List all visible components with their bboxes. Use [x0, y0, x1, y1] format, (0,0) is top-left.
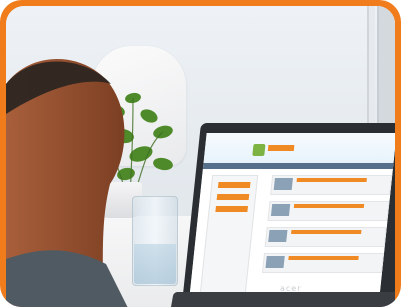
listing-card: [270, 175, 393, 195]
website-header: [203, 133, 395, 163]
sidebar-highlight: [215, 206, 248, 212]
listing-card: [264, 227, 387, 247]
person-head: [6, 59, 128, 307]
listing-title-bar: [293, 204, 365, 208]
listing-thumbnail: [270, 204, 291, 216]
laptop-screen: [189, 133, 395, 298]
listing-thumbnail: [265, 256, 285, 268]
website-sidebar: [199, 175, 259, 297]
sidebar-highlight: [216, 194, 250, 200]
listing-card: [267, 201, 390, 221]
sidebar-highlight: [217, 182, 251, 188]
photo: acer: [6, 6, 395, 307]
laptop-brand-label: acer: [280, 284, 302, 293]
listing-thumbnail: [268, 230, 288, 242]
window-frame-inner: [367, 6, 375, 131]
laptop-keyboard-deck: [168, 292, 395, 307]
website-content: [189, 169, 393, 298]
listing-thumbnail: [273, 178, 293, 190]
listing-title-bar: [296, 178, 367, 182]
website-logo-icon: [252, 144, 266, 156]
website-logo-text: [267, 145, 295, 151]
website-listings: [260, 175, 393, 295]
listing-card: [261, 253, 385, 273]
listing-title-bar: [291, 230, 362, 234]
orange-frame: acer: [0, 0, 401, 307]
listing-title-bar: [288, 256, 359, 260]
